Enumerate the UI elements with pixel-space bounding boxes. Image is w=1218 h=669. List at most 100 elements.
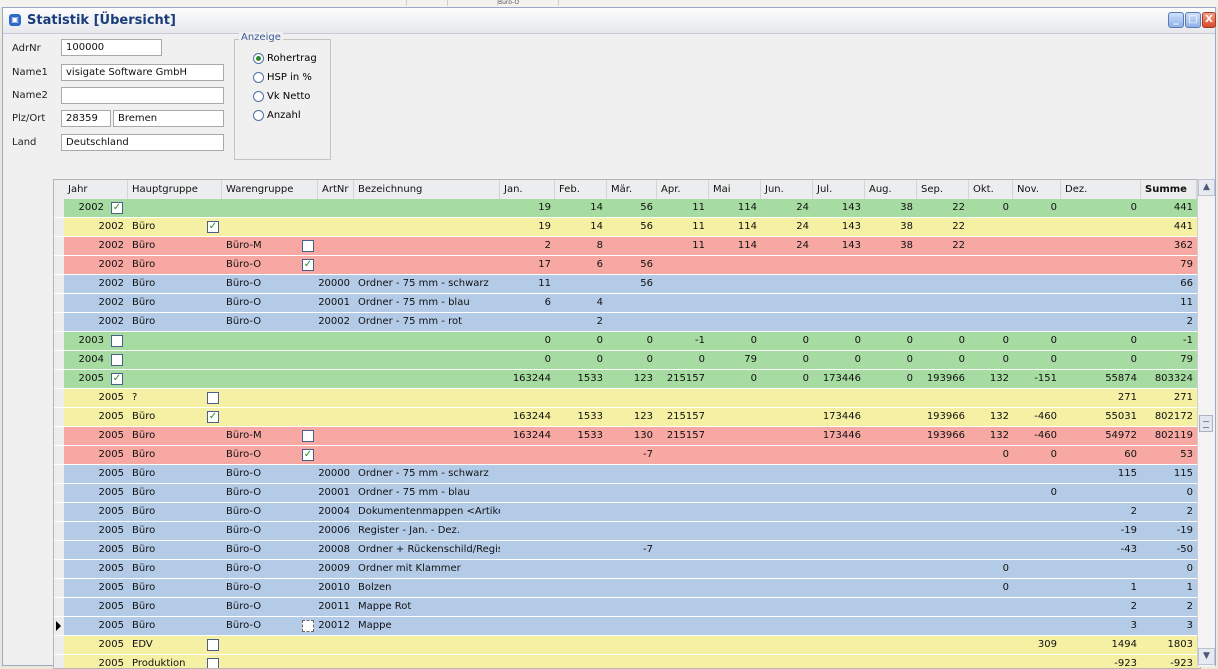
radio-circle-icon[interactable] — [253, 53, 264, 64]
row-selector[interactable] — [54, 256, 64, 274]
hauptgruppe-checkbox[interactable]: ✓ — [207, 411, 219, 423]
close-button[interactable]: X — [1202, 12, 1216, 28]
jahr-checkbox[interactable] — [111, 354, 123, 366]
row-selector[interactable] — [54, 560, 64, 578]
adrnr-field[interactable]: 100000 — [61, 39, 162, 56]
row-selector[interactable] — [54, 655, 64, 668]
table-row[interactable]: 2005 Büro Büro-O 20010 Bolzen 0 1 1 — [54, 579, 1200, 598]
row-selector[interactable] — [54, 617, 64, 635]
table-row[interactable]: 2002 Büro Büro-M 2 8 11 114 24 143 38 22 362 — [54, 237, 1200, 256]
table-row[interactable]: 2005 Büro Büro-O 20001 Ordner - 75 mm - blau… — [54, 484, 1200, 503]
column-header[interactable]: Bezeichnung — [354, 180, 500, 199]
radio-circle-icon[interactable] — [253, 91, 264, 102]
radio-circle-icon[interactable] — [253, 72, 264, 83]
table-row[interactable]: 2005 EDV 309 1494 1803 — [54, 636, 1200, 655]
column-header[interactable]: Aug. — [865, 180, 917, 199]
table-row[interactable]: 2005 Büro Büro-O 20009 Ordner mit Klammer 0 0 — [54, 560, 1200, 579]
land-field[interactable]: Deutschland — [61, 134, 224, 151]
row-selector[interactable] — [54, 484, 64, 502]
table-row[interactable]: 2005 Büro Büro-O 20004 Dokumentenmappen <Art… — [54, 503, 1200, 522]
row-selector[interactable] — [54, 541, 64, 559]
anzeige-option-radio[interactable]: HSP in % — [253, 71, 353, 85]
column-header[interactable]: Dez. — [1061, 180, 1141, 199]
name2-field[interactable] — [61, 87, 224, 104]
column-header[interactable]: Warengruppe — [222, 180, 318, 199]
table-row[interactable]: 2005 ✓ 163244 1533 123 215157 0 0 173446 0 193966 1… — [54, 370, 1200, 389]
column-header[interactable]: ArtNr — [318, 180, 354, 199]
row-selector[interactable] — [54, 427, 64, 445]
row-selector[interactable] — [54, 275, 64, 293]
column-header[interactable]: Jan. — [500, 180, 555, 199]
column-header[interactable]: Nov. — [1013, 180, 1061, 199]
row-selector[interactable] — [54, 313, 64, 331]
hauptgruppe-checkbox[interactable] — [207, 392, 219, 404]
row-selector[interactable] — [54, 503, 64, 521]
warengruppe-checkbox[interactable] — [302, 620, 314, 632]
row-selector[interactable] — [54, 636, 64, 654]
hauptgruppe-checkbox[interactable]: ✓ — [207, 221, 219, 233]
row-selector[interactable] — [54, 218, 64, 236]
scroll-down-icon[interactable]: ▼ — [1198, 648, 1215, 665]
radio-circle-icon[interactable] — [253, 110, 264, 121]
table-row[interactable]: 2002 Büro Büro-O 20002 Ordner - 75 mm - rot 2… — [54, 313, 1200, 332]
table-row[interactable]: 2002 ✓ 19 14 56 11 114 24 143 38 22 0 0 0 441 — [54, 199, 1200, 218]
column-header[interactable]: Feb. — [555, 180, 607, 199]
row-selector[interactable] — [54, 332, 64, 350]
warengruppe-checkbox[interactable]: ✓ — [302, 259, 314, 271]
jahr-checkbox[interactable]: ✓ — [111, 373, 123, 385]
vertical-scrollbar[interactable]: ▲ ▼ — [1197, 179, 1215, 667]
column-header[interactable]: Jul. — [813, 180, 865, 199]
jahr-checkbox[interactable]: ✓ — [111, 202, 123, 214]
table-row[interactable]: 2002 Büro Büro-O ✓ 17 6 56 79 — [54, 256, 1200, 275]
name1-field[interactable]: visigate Software GmbH — [61, 64, 224, 81]
table-row[interactable]: 2005 Büro Büro-M 163244 1533 130 215157 173446 1… — [54, 427, 1200, 446]
anzeige-option-radio[interactable]: Anzahl — [253, 109, 353, 123]
minimize-button[interactable]: _ — [1168, 12, 1184, 28]
row-selector[interactable] — [54, 199, 64, 217]
column-header[interactable]: Sep. — [917, 180, 969, 199]
plz-field[interactable]: 28359 — [61, 110, 111, 127]
row-selector[interactable] — [54, 294, 64, 312]
table-row[interactable]: 2005 Büro Büro-O 20012 Mappe 3 3 — [54, 617, 1200, 636]
warengruppe-checkbox[interactable]: ✓ — [302, 449, 314, 461]
row-selector[interactable] — [54, 389, 64, 407]
column-header[interactable]: Hauptgruppe — [128, 180, 222, 199]
scroll-up-icon[interactable]: ▲ — [1198, 179, 1215, 196]
hauptgruppe-checkbox[interactable] — [207, 639, 219, 651]
title-bar[interactable]: ▣ Statistik [Übersicht] _ □ X — [3, 8, 1216, 34]
table-row[interactable]: 2005 Büro Büro-O 20008 Ordner + Rückenschild… — [54, 541, 1200, 560]
row-selector[interactable] — [54, 370, 64, 388]
hauptgruppe-checkbox[interactable] — [207, 658, 219, 668]
table-row[interactable]: 2005 Büro Büro-O 20011 Mappe Rot 2 2 — [54, 598, 1200, 617]
table-row[interactable]: 2005 Büro Büro-O 20000 Ordner - 75 mm - schw… — [54, 465, 1200, 484]
table-row[interactable]: 2005? 271 271 — [54, 389, 1200, 408]
column-header[interactable]: Okt. — [969, 180, 1013, 199]
table-row[interactable]: 2002 Büro ✓ 19 14 56 11 114 24 143 38 22 441 — [54, 218, 1200, 237]
column-header[interactable]: Jahr — [64, 180, 128, 199]
table-row[interactable]: 2002 Büro Büro-O 20001 Ordner - 75 mm - blau… — [54, 294, 1200, 313]
column-header[interactable]: Summe — [1141, 180, 1197, 199]
column-header[interactable]: Jun. — [761, 180, 813, 199]
table-row[interactable]: 2005 Büro Büro-O 20006 Register - Jan. - Dez… — [54, 522, 1200, 541]
row-selector[interactable] — [54, 237, 64, 255]
table-row[interactable]: 2005 Büro ✓ 163244 1533 123 215157 173446 193966… — [54, 408, 1200, 427]
ort-field[interactable]: Bremen — [113, 110, 224, 127]
row-selector[interactable] — [54, 598, 64, 616]
warengruppe-checkbox[interactable] — [302, 430, 314, 442]
anzeige-option-radio[interactable]: Vk Netto — [253, 90, 353, 104]
maximize-button[interactable]: □ — [1185, 12, 1201, 28]
table-row[interactable]: 2005 Büro Büro-O ✓ -7 0 0 60 53 — [54, 446, 1200, 465]
column-header[interactable]: Mär. — [607, 180, 657, 199]
row-selector[interactable] — [54, 465, 64, 483]
jahr-checkbox[interactable] — [111, 335, 123, 347]
row-selector[interactable] — [54, 579, 64, 597]
column-header[interactable]: Mai — [709, 180, 761, 199]
warengruppe-checkbox[interactable] — [302, 240, 314, 252]
row-selector[interactable] — [54, 408, 64, 426]
row-selector[interactable] — [54, 351, 64, 369]
anzeige-option-radio[interactable]: Rohertrag — [253, 52, 353, 66]
row-selector[interactable] — [54, 446, 64, 464]
table-row[interactable]: 2003 0 0 0 -1 0 0 0 0 0 0 0 0 -1 — [54, 332, 1200, 351]
table-row[interactable]: 2004 0 0 0 0 79 0 0 0 0 0 0 0 79 — [54, 351, 1200, 370]
table-row[interactable]: 2002 Büro Büro-O 20000 Ordner - 75 mm - schw… — [54, 275, 1200, 294]
